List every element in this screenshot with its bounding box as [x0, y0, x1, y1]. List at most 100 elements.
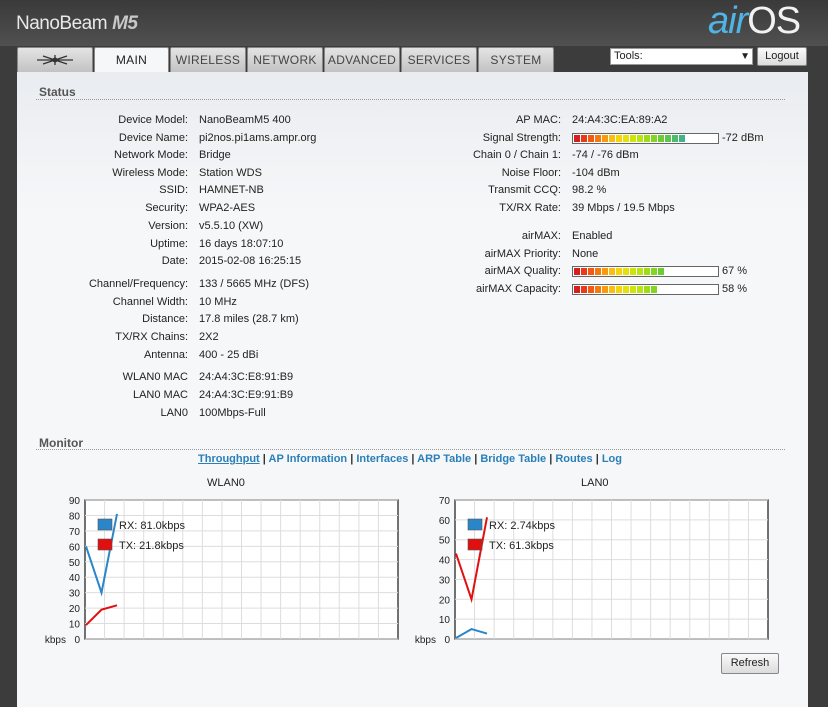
y-tick-label: 30	[69, 589, 81, 600]
y-tick-label: 10	[439, 615, 451, 626]
y-tick-label: 30	[439, 575, 451, 586]
lan0-throughput-chart: 0 10 20 30 40 50 60 70 kbps RX: 2.74kbps TX: 61.3k…	[415, 496, 769, 646]
logo-os: OS	[747, 0, 801, 42]
chart-title-wlan0: WLAN0	[207, 477, 245, 489]
status-label: airMAX Capacity:	[476, 283, 561, 295]
tab-advanced[interactable]: ADVANCED	[324, 47, 400, 72]
status-label: WLAN0 MAC	[122, 371, 188, 383]
status-label: airMAX Priority:	[484, 248, 561, 260]
legend-label: RX: 2.74kbps	[489, 520, 556, 532]
tab-network[interactable]: NETWORK	[247, 47, 323, 72]
level-bar-segment	[637, 135, 643, 142]
status-label: Distance:	[142, 313, 188, 325]
level-bar-segment	[630, 286, 636, 293]
logo-air: air	[708, 0, 748, 42]
level-bar-segment	[651, 135, 657, 142]
status-value: NanoBeamM5 400	[199, 114, 291, 126]
legend-label: TX: 21.8kbps	[119, 540, 184, 552]
status-value: 58 %	[722, 283, 748, 295]
y-tick-label: 20	[439, 595, 451, 606]
status-label: LAN0	[160, 407, 188, 419]
status-label: Network Mode:	[114, 149, 188, 161]
link-separator: |	[262, 453, 266, 465]
level-bar-segment	[623, 268, 629, 275]
link-throughput[interactable]: Throughput	[198, 453, 260, 465]
y-tick-label: 40	[439, 556, 451, 567]
y-axis-label: kbps	[415, 635, 436, 646]
status-label: TX/RX Rate:	[499, 202, 561, 214]
level-bar-segment	[630, 135, 636, 142]
level-bar-segment	[602, 286, 608, 293]
status-value: 24:A4:3C:E9:91:B9	[199, 389, 294, 401]
legend-swatch	[467, 518, 483, 531]
status-label: LAN0 MAC	[132, 389, 188, 401]
link-bridge-table[interactable]: Bridge Table	[480, 453, 546, 465]
link-interfaces[interactable]: Interfaces	[356, 453, 408, 465]
y-tick-label: 0	[74, 635, 80, 646]
legend-swatch	[97, 518, 113, 531]
device-brand: NanoBeam M5	[16, 13, 138, 35]
status-label: Channel/Frequency:	[88, 278, 188, 290]
tab-system[interactable]: SYSTEM	[478, 47, 554, 72]
status-value: 2X2	[199, 331, 219, 343]
level-bar-segment	[651, 268, 657, 275]
tab-services[interactable]: SERVICES	[401, 47, 477, 72]
link-log[interactable]: Log	[602, 453, 622, 465]
status-value: Bridge	[199, 149, 231, 161]
status-label: Device Model:	[118, 114, 188, 126]
tab-main[interactable]: MAIN	[94, 47, 169, 73]
level-bar-segment	[588, 268, 594, 275]
status-value: 67 %	[722, 265, 748, 277]
chevron-down-icon: ▼	[740, 51, 750, 62]
status-label: airMAX Quality:	[484, 265, 561, 277]
status-label: Transmit CCQ:	[488, 184, 561, 196]
status-label: Version:	[148, 220, 188, 232]
level-bar-segment	[679, 135, 685, 142]
status-label: Noise Floor:	[501, 167, 561, 179]
level-bar-segment	[616, 135, 622, 142]
status-value: 400 - 25 dBi	[199, 349, 259, 361]
status-value: 98.2 %	[572, 184, 607, 196]
brand-model: M5	[112, 13, 138, 34]
status-value: 2015-02-08 16:25:15	[199, 255, 302, 267]
status-label: Channel Width:	[112, 296, 188, 308]
tab-wireless[interactable]: WIRELESS	[170, 47, 246, 72]
legend-swatch	[467, 538, 483, 551]
status-value: -74 / -76 dBm	[572, 149, 639, 161]
status-label: Wireless Mode:	[112, 167, 188, 179]
status-label: airMAX:	[521, 230, 561, 242]
level-bar-segment	[574, 268, 580, 275]
logout-button[interactable]: Logout	[757, 47, 807, 66]
y-tick-label: 60	[439, 516, 451, 527]
status-label: Chain 0 / Chain 1:	[472, 149, 561, 161]
link-arp-table[interactable]: ARP Table	[417, 453, 471, 465]
status-value: 16 days 18:07:10	[199, 238, 284, 250]
level-bar-segment	[644, 286, 650, 293]
level-bar-segment	[637, 286, 643, 293]
status-value: None	[572, 248, 599, 260]
chart-title-lan0: LAN0	[581, 477, 609, 489]
status-divider	[36, 99, 785, 100]
level-bar-segment	[588, 286, 594, 293]
status-label: SSID:	[159, 184, 188, 196]
level-bar-segment	[595, 286, 601, 293]
status-value: 100Mbps-Full	[199, 407, 266, 419]
status-label: Antenna:	[143, 349, 188, 361]
tools-select[interactable]: Tools: ▼	[610, 48, 753, 65]
y-tick-label: 80	[69, 511, 81, 522]
status-value: 17.8 miles (28.7 km)	[199, 313, 299, 325]
level-bar-segment	[602, 135, 608, 142]
status-label: Date:	[161, 255, 188, 267]
y-tick-label: 50	[439, 536, 451, 547]
tab-ubiquiti-logo[interactable]	[17, 47, 93, 72]
level-bar-segment	[574, 286, 580, 293]
legend-swatch	[97, 538, 113, 551]
link-ap-information[interactable]: AP Information	[269, 453, 348, 465]
status-value: 24:A4:3C:EA:89:A2	[572, 114, 668, 126]
link-routes[interactable]: Routes	[555, 453, 592, 465]
y-tick-label: 50	[69, 558, 81, 569]
brand-name: NanoBeam	[16, 13, 108, 34]
level-bar-segment	[581, 286, 587, 293]
refresh-button[interactable]: Refresh	[721, 653, 779, 674]
status-label: AP MAC:	[515, 114, 561, 126]
